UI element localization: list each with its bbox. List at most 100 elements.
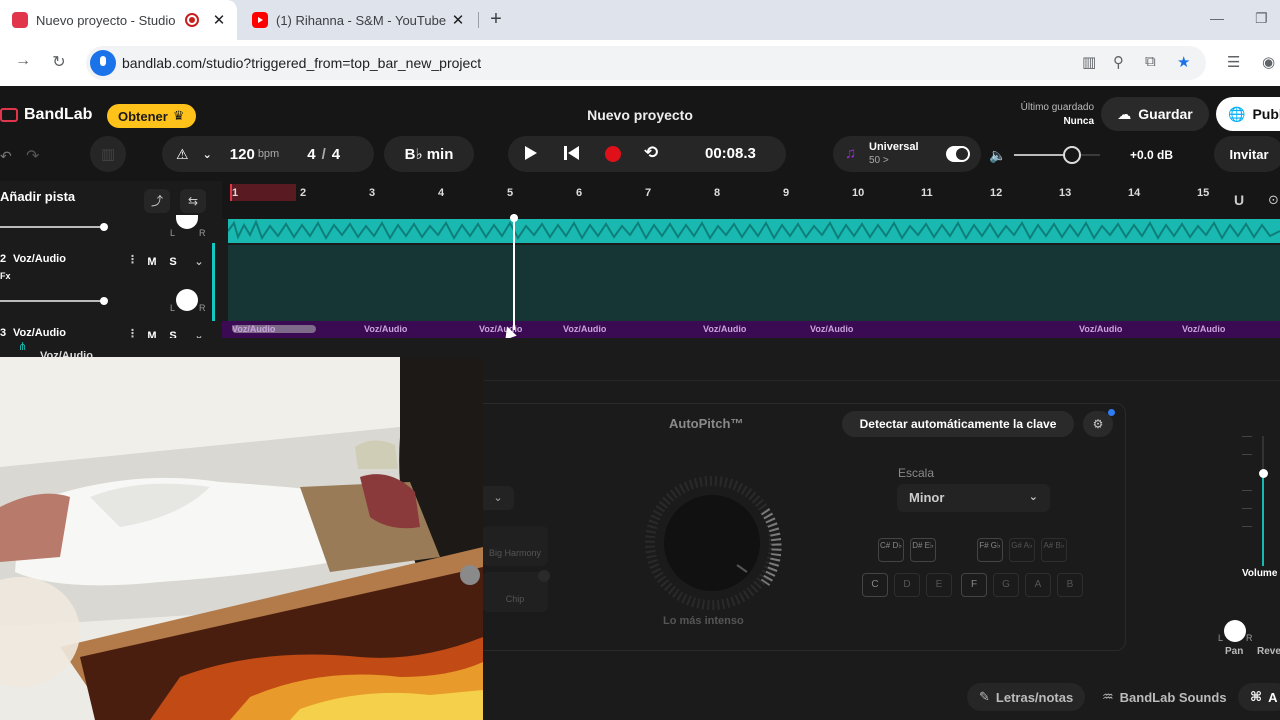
close-tab-icon[interactable]: ✕ [450, 11, 466, 29]
key-g[interactable]: G [993, 573, 1019, 597]
detect-key-button[interactable]: Detectar automáticamente la clave [842, 411, 1074, 437]
bar-number: 4 [438, 187, 445, 199]
bandlab-sounds-button[interactable]: ♒ BandLab Sounds [1090, 683, 1239, 711]
loop-icon[interactable]: ⟲ [644, 143, 658, 163]
instruments-icon[interactable]: ▥ [90, 136, 126, 172]
time-signature-numerator[interactable]: 4 [307, 146, 315, 163]
mixer-pan-knob[interactable] [1224, 620, 1246, 642]
save-button[interactable]: ☁ Guardar [1101, 97, 1209, 131]
microphone-icon[interactable] [90, 50, 116, 76]
track1-pan-knob[interactable] [176, 215, 198, 229]
volume-fader-knob[interactable] [1259, 469, 1268, 478]
intensity-knob[interactable] [637, 473, 787, 611]
key-d-sharp[interactable]: D# E♭ [910, 538, 936, 562]
get-membership-button[interactable]: Obtener ♛ [107, 104, 196, 128]
audio-lane-track3[interactable]: Voz/Audio Voz/Audio Voz/Audio Voz/Audio … [222, 321, 1280, 338]
close-tab-icon[interactable]: ✕ [211, 11, 227, 29]
zoom-icon[interactable]: ⚲ [1113, 53, 1124, 71]
key-b[interactable]: B [1057, 573, 1083, 597]
solo-button[interactable]: S [164, 253, 182, 271]
media-controls-icon[interactable]: ☰ [1227, 53, 1240, 71]
ai-command-button[interactable]: ⌘ A [1238, 683, 1280, 711]
key-a[interactable]: A [1025, 573, 1051, 597]
time-signature-denominator[interactable]: 4 [332, 146, 340, 163]
speaker-icon[interactable]: 🔈 [989, 147, 1006, 164]
url-box[interactable]: bandlab.com/studio?triggered_from=top_ba… [86, 46, 1206, 80]
reading-mode-icon[interactable]: ▥ [1082, 53, 1096, 71]
clip-label[interactable]: Voz/Audio [1079, 324, 1122, 334]
clip-label[interactable]: Voz/Audio [563, 324, 606, 334]
ai-label: A [1268, 689, 1278, 705]
big-harmony-option[interactable]: Big Harmony [482, 526, 548, 566]
record-icon[interactable] [605, 146, 621, 162]
clip-label[interactable]: Voz/Audio [1182, 324, 1225, 334]
tracks-settings-icon[interactable]: ⇆ [180, 189, 206, 213]
key-a-sharp[interactable]: A# B♭ [1041, 538, 1067, 562]
bandlab-logo[interactable]: BandLab [0, 106, 92, 124]
track1-volume-knob[interactable] [100, 223, 108, 231]
track-more-icon[interactable]: ⋮ [127, 253, 138, 266]
track-expand-icon[interactable]: ⌄ [190, 253, 208, 271]
master-volume-knob[interactable] [1063, 146, 1081, 164]
clip-label[interactable]: Voz/Audio [703, 324, 746, 334]
clip-label[interactable]: Voz/Audio [364, 324, 407, 334]
maximize-icon[interactable]: ❐ [1255, 10, 1268, 27]
metronome-icon[interactable]: ⚠ [176, 146, 189, 163]
new-tab-icon[interactable]: + [484, 8, 508, 32]
key-f-sharp[interactable]: F# G♭ [977, 538, 1003, 562]
mute-button[interactable]: M [143, 253, 161, 271]
timeline-ruler[interactable]: 1 2 3 4 5 6 7 8 9 10 11 12 13 14 15 [222, 181, 1280, 219]
zoom-icon[interactable]: ⊙ [1268, 192, 1279, 208]
play-icon[interactable] [524, 145, 538, 165]
scale-dropdown[interactable]: Minor ⌄ [897, 484, 1050, 512]
audio-lane-track2[interactable] [228, 245, 1280, 321]
redo-icon[interactable]: ↷ [26, 146, 39, 166]
publish-button[interactable]: 🌐 Publ [1216, 97, 1280, 131]
track2-volume-knob[interactable] [100, 297, 108, 305]
key-g-sharp[interactable]: G# A♭ [1009, 538, 1035, 562]
save-label: Guardar [1138, 106, 1193, 122]
playhead[interactable] [510, 214, 518, 330]
audio-clip-track1[interactable] [227, 219, 1280, 243]
forward-icon[interactable]: → [12, 52, 34, 70]
loop-region[interactable] [230, 184, 296, 201]
lyrics-notes-button[interactable]: ✎ Letras/notas [967, 683, 1086, 711]
clip-label[interactable]: Voz/Audio [810, 324, 853, 334]
key-c[interactable]: C [862, 573, 888, 597]
transport-bar: ⟲ 00:08.3 [508, 136, 786, 172]
add-track-button[interactable]: Añadir pista [0, 189, 75, 204]
preset-dropdown[interactable]: ⌄ [482, 486, 514, 510]
key-selector[interactable]: B♭ min [384, 136, 474, 172]
track1-volume-slider[interactable] [0, 226, 104, 228]
reload-icon[interactable]: ↻ [48, 52, 70, 72]
track2-volume-slider[interactable] [0, 300, 104, 302]
tab-studio[interactable]: Nuevo proyecto - Studio ✕ [0, 0, 237, 40]
key-d[interactable]: D [894, 573, 920, 597]
clip-label[interactable]: Voz/Audio [232, 324, 275, 334]
key-f[interactable]: F [961, 573, 987, 597]
invite-button[interactable]: Invitar [1214, 136, 1280, 172]
universal-toggle[interactable] [946, 146, 970, 162]
fx-label[interactable]: Fx [0, 271, 11, 281]
key-e[interactable]: E [926, 573, 952, 597]
automation-icon[interactable]: ⤴ [144, 189, 170, 213]
profile-icon[interactable]: ◉ [1262, 53, 1275, 71]
track-name[interactable]: Voz/Audio [13, 253, 66, 265]
undo-icon[interactable]: ↶ [0, 148, 12, 165]
globe-icon: 🌐 [1228, 105, 1246, 122]
track2-pan-knob[interactable] [176, 289, 198, 311]
chevron-down-icon[interactable]: ⌄ [203, 148, 212, 161]
bpm-value[interactable]: 120 [230, 146, 255, 163]
install-app-icon[interactable]: ⧉ [1145, 53, 1156, 70]
skip-to-start-icon[interactable] [564, 146, 580, 164]
bookmark-star-icon[interactable]: ★ [1177, 53, 1190, 71]
key-c-sharp[interactable]: C# D♭ [878, 538, 904, 562]
tab-youtube[interactable]: (1) Rihanna - S&M - YouTube ✕ [240, 0, 476, 40]
bar-number: 6 [576, 187, 583, 199]
universal-sub[interactable]: 50 > [869, 155, 889, 166]
snap-magnet-icon[interactable]: U [1234, 192, 1244, 208]
url-text[interactable]: bandlab.com/studio?triggered_from=top_ba… [122, 55, 481, 71]
minimize-icon[interactable]: — [1210, 10, 1224, 26]
bandlab-favicon-icon [12, 12, 28, 28]
bpm-unit: bpm [257, 148, 280, 160]
